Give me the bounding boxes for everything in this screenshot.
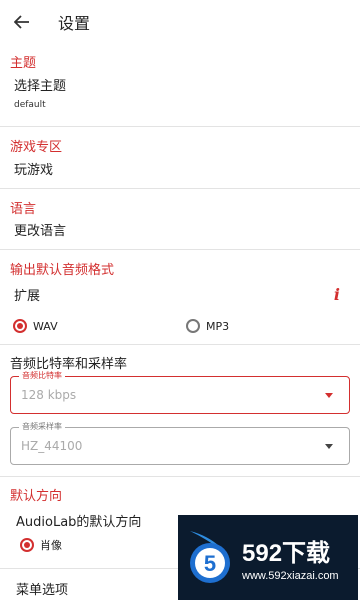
svg-text:5: 5 bbox=[204, 551, 216, 576]
samplerate-dropdown[interactable]: 音频采样率 HZ_44100 bbox=[10, 421, 350, 465]
radio-mp3[interactable]: MP3 bbox=[186, 319, 229, 333]
radio-unchecked-icon bbox=[186, 319, 200, 333]
extension-label: 扩展 bbox=[14, 289, 41, 304]
section-output-format-title: 输出默认音频格式 bbox=[10, 263, 115, 278]
radio-checked-icon bbox=[13, 319, 27, 333]
divider bbox=[0, 126, 360, 127]
section-orientation-title: 默认方向 bbox=[10, 489, 63, 504]
watermark-logo: 5 bbox=[190, 531, 230, 583]
bitrate-value: 128 kbps bbox=[21, 388, 77, 402]
watermark-url: www.592xiazai.com bbox=[242, 570, 339, 582]
page-title: 设置 bbox=[58, 14, 91, 33]
change-language-item[interactable]: 更改语言 bbox=[14, 220, 66, 239]
caret-down-icon bbox=[325, 393, 333, 398]
radio-checked-icon bbox=[20, 538, 34, 552]
back-button[interactable] bbox=[0, 0, 44, 44]
theme-current-value: default bbox=[14, 100, 46, 110]
radio-portrait-label: 肖像 bbox=[40, 539, 62, 552]
radio-wav[interactable]: WAV bbox=[13, 319, 58, 333]
play-games-item[interactable]: 玩游戏 bbox=[14, 159, 53, 178]
divider bbox=[0, 249, 360, 250]
info-icon[interactable]: i bbox=[334, 285, 340, 304]
watermark-overlay: 5 592下载 www.592xiazai.com bbox=[178, 515, 358, 600]
bitrate-dropdown-label: 音频比特率 bbox=[19, 370, 65, 381]
section-language-title: 语言 bbox=[10, 202, 37, 217]
default-orientation-label: AudioLab的默认方向 bbox=[16, 515, 142, 530]
section-theme-title: 主题 bbox=[10, 56, 37, 71]
section-games-title: 游戏专区 bbox=[10, 140, 63, 155]
divider bbox=[0, 476, 360, 477]
watermark-brand: 592下载 bbox=[242, 540, 331, 567]
divider bbox=[0, 188, 360, 189]
radio-portrait[interactable]: 肖像 bbox=[20, 537, 62, 553]
caret-down-icon bbox=[325, 444, 333, 449]
radio-mp3-label: MP3 bbox=[206, 319, 230, 333]
choose-theme-item[interactable]: 选择主题 bbox=[14, 75, 66, 94]
menu-options-item[interactable]: 菜单选项 bbox=[16, 579, 68, 598]
samplerate-value: HZ_44100 bbox=[21, 439, 83, 453]
arrow-left-icon bbox=[14, 15, 29, 29]
bitrate-dropdown[interactable]: 音频比特率 128 kbps bbox=[10, 370, 350, 414]
divider bbox=[0, 344, 360, 345]
top-app-bar: 设置 bbox=[0, 0, 360, 44]
samplerate-dropdown-label: 音频采样率 bbox=[19, 421, 65, 432]
radio-wav-label: WAV bbox=[33, 319, 58, 333]
